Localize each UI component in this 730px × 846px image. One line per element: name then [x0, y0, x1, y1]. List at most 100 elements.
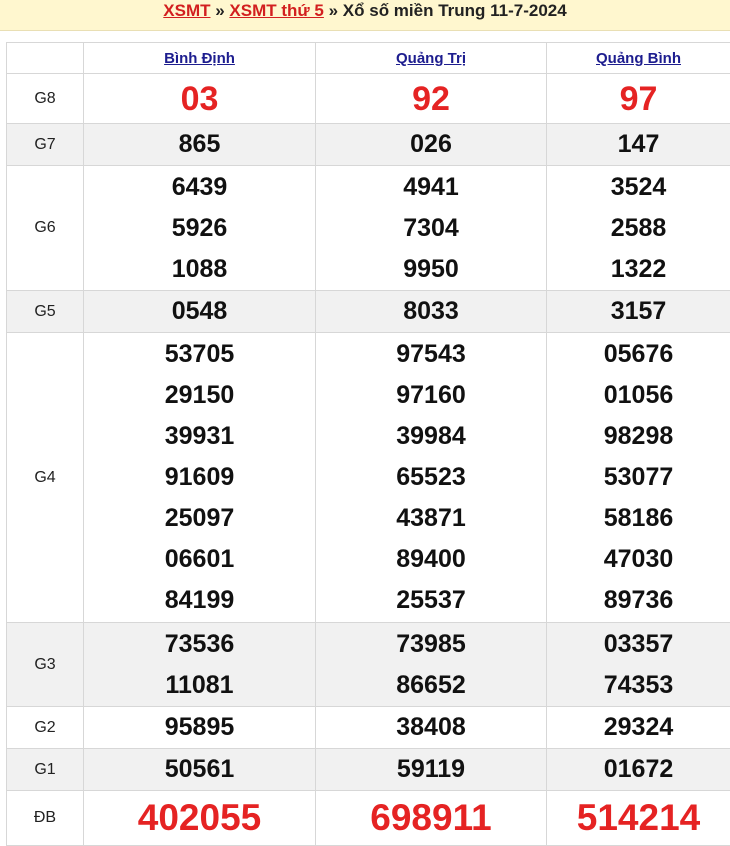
prize-number: 4941 — [403, 172, 459, 201]
prize-cell: 95895 — [83, 706, 316, 749]
prize-number: 147 — [617, 130, 660, 158]
province-link-binh-dinh[interactable]: Bình Định — [164, 50, 235, 67]
prize-cell: 026 — [315, 123, 547, 166]
prize-cell: 53705 29150 39931 91609 25097 06601 8419… — [83, 332, 316, 623]
prize-cell: 8033 — [315, 290, 547, 333]
prize-number: 1088 — [171, 254, 228, 283]
prize-number: 95895 — [164, 713, 235, 741]
prize-row-g5: G5 0548 8033 3157 — [6, 290, 730, 333]
prize-cell: 01672 — [546, 748, 730, 791]
prize-cell: 147 — [546, 123, 730, 166]
prize-label: G7 — [6, 123, 84, 166]
prize-number: 1322 — [610, 254, 667, 283]
prize-row-g7: G7 865 026 147 — [6, 123, 730, 166]
results-table: Bình Định Quảng Trị Quảng Bình G8 03 92 … — [6, 42, 730, 846]
special-prize-number: 514214 — [576, 797, 701, 838]
prize-cell: 29324 — [546, 706, 730, 749]
prize-cell: 4941 7304 9950 — [315, 165, 547, 291]
province-link-quang-tri[interactable]: Quảng Trị — [396, 50, 466, 67]
prize-cell: 73536 11081 — [83, 622, 316, 707]
province-header: Bình Định — [83, 42, 316, 74]
prize-cell: 03357 74353 — [546, 622, 730, 707]
prize-cell: 97 — [546, 73, 730, 124]
prize-number: 0548 — [171, 297, 228, 325]
prize-number: 03357 — [603, 629, 674, 658]
prize-number: 29150 — [164, 381, 235, 409]
prize-label: G5 — [6, 290, 84, 333]
prize-number: 73536 — [164, 629, 235, 658]
prize-row-g3: G3 73536 11081 73985 86652 03357 74353 — [6, 622, 730, 707]
prize-row-g8: G8 03 92 97 — [6, 73, 730, 124]
prize-number: 97 — [619, 79, 658, 118]
breadcrumb-separator: » — [323, 1, 343, 20]
prize-number: 11081 — [165, 670, 234, 699]
prize-cell: 59119 — [315, 748, 547, 791]
prize-number: 73985 — [396, 629, 466, 658]
prize-cell: 865 — [83, 123, 316, 166]
prize-number: 91609 — [164, 463, 235, 491]
prize-number: 01056 — [603, 381, 674, 409]
prize-number: 59119 — [396, 755, 466, 783]
prize-number: 39931 — [164, 422, 235, 450]
prize-cell: 92 — [315, 73, 547, 124]
province-header: Quảng Trị — [315, 42, 547, 74]
prize-label: G2 — [6, 706, 84, 749]
prize-number: 74353 — [603, 670, 674, 699]
prize-cell: 698911 — [315, 790, 547, 846]
prize-label: G4 — [6, 332, 84, 623]
prize-cell: 514214 — [546, 790, 730, 846]
xsmt-thu5-link[interactable]: XSMT thứ 5 — [229, 1, 323, 20]
prize-number: 38408 — [396, 713, 466, 741]
prize-cell: 6439 5926 1088 — [83, 165, 316, 291]
prize-label: G6 — [6, 165, 84, 291]
prize-number: 7304 — [403, 213, 459, 242]
prize-number: 39984 — [396, 422, 466, 450]
prize-number: 25097 — [164, 504, 235, 532]
prize-number: 2588 — [610, 213, 667, 242]
province-link-quang-binh[interactable]: Quảng Bình — [596, 50, 681, 67]
prize-number: 6439 — [171, 172, 228, 201]
prize-number: 97160 — [396, 381, 466, 409]
page-title: Xổ số miền Trung 11-7-2024 — [342, 1, 567, 20]
prize-number: 865 — [178, 130, 221, 158]
prize-number: 3524 — [610, 172, 667, 201]
prize-label: G3 — [6, 622, 84, 707]
prize-row-g4: G4 53705 29150 39931 91609 25097 06601 8… — [6, 332, 730, 623]
prize-cell: 38408 — [315, 706, 547, 749]
prize-number: 65523 — [396, 463, 466, 491]
prize-cell: 73985 86652 — [315, 622, 547, 707]
prize-number: 8033 — [403, 297, 459, 325]
prize-number: 98298 — [603, 422, 674, 450]
prize-number: 29324 — [603, 713, 674, 741]
prize-number: 89736 — [603, 586, 674, 614]
prize-cell: 3524 2588 1322 — [546, 165, 730, 291]
prize-number: 97543 — [396, 340, 466, 368]
breadcrumb-separator: » — [210, 1, 230, 20]
special-prize-number: 402055 — [137, 797, 262, 838]
prize-number: 50561 — [164, 755, 235, 783]
prize-cell: 3157 — [546, 290, 730, 333]
prize-cell: 03 — [83, 73, 316, 124]
prize-label: ĐB — [6, 790, 84, 846]
page-title-bar: XSMT » XSMT thứ 5 » Xổ số miền Trung 11-… — [0, 0, 730, 31]
prize-number: 53705 — [164, 340, 235, 368]
prize-row-special: ĐB 402055 698911 514214 — [6, 790, 730, 846]
prize-number: 05676 — [603, 340, 674, 368]
province-header-row: Bình Định Quảng Trị Quảng Bình — [6, 42, 730, 74]
prize-number: 9950 — [403, 254, 459, 283]
prize-number: 47030 — [603, 545, 674, 573]
prize-label: G1 — [6, 748, 84, 791]
prize-cell: 97543 97160 39984 65523 43871 89400 2553… — [315, 332, 547, 623]
prize-number: 5926 — [171, 213, 228, 242]
prize-row-g6: G6 6439 5926 1088 4941 7304 9950 3524 25… — [6, 165, 730, 291]
prize-number: 026 — [410, 130, 452, 158]
prize-number: 43871 — [396, 504, 466, 532]
prize-number: 92 — [412, 79, 450, 118]
prize-number: 58186 — [603, 504, 674, 532]
prize-cell: 50561 — [83, 748, 316, 791]
prize-number: 3157 — [610, 297, 667, 325]
prize-number: 84199 — [164, 586, 235, 614]
prize-cell: 0548 — [83, 290, 316, 333]
xsmt-link[interactable]: XSMT — [163, 1, 210, 20]
prize-cell: 05676 01056 98298 53077 58186 47030 8973… — [546, 332, 730, 623]
